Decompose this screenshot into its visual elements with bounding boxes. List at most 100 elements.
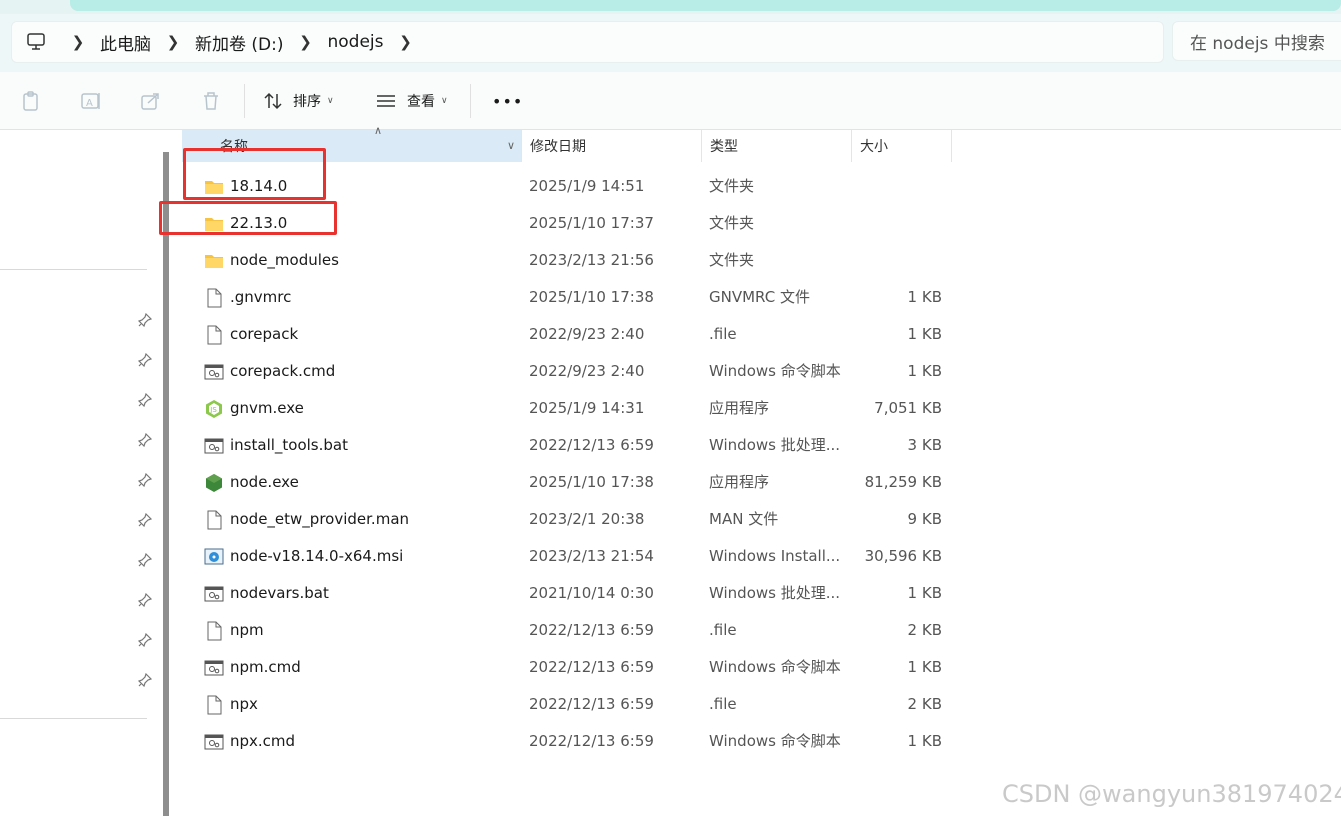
delete-button[interactable] — [200, 89, 222, 113]
file-type: .file — [709, 695, 737, 713]
file-icon — [204, 325, 224, 345]
file-row[interactable]: node.exe 2025/1/10 17:38 应用程序 81,259 KB — [182, 464, 982, 501]
breadcrumb[interactable]: ❯ 此电脑 ❯ 新加卷 (D:) ❯ nodejs ❯ — [11, 21, 1164, 63]
pin-icon[interactable] — [137, 472, 153, 488]
script-icon — [204, 732, 224, 752]
view-button[interactable]: 查看 ∨ — [375, 89, 448, 113]
sort-icon — [264, 92, 282, 110]
chevron-down-icon[interactable]: ∨ — [507, 139, 515, 152]
file-type: MAN 文件 — [709, 510, 779, 528]
file-date: 2025/1/9 14:51 — [529, 177, 645, 195]
chevron-down-icon: ∨ — [327, 96, 334, 106]
file-row[interactable]: node_etw_provider.man 2023/2/1 20:38 MAN 文… — [182, 501, 982, 538]
file-row[interactable]: nodevars.bat 2021/10/14 0:30 Windows 批处理..… — [182, 575, 982, 612]
sort-button[interactable]: 排序 ∨ — [263, 89, 334, 113]
file-icon — [204, 288, 224, 308]
chevron-right-icon[interactable]: ❯ — [155, 33, 191, 51]
file-date: 2022/12/13 6:59 — [529, 621, 654, 639]
svg-text:A: A — [86, 98, 93, 109]
file-name: npm — [230, 621, 264, 639]
file-type: 应用程序 — [709, 473, 770, 491]
pin-icon[interactable] — [137, 672, 153, 688]
nav-scrollbar[interactable] — [163, 152, 169, 816]
pin-icon[interactable] — [137, 552, 153, 568]
this-pc-icon[interactable] — [12, 33, 60, 51]
file-row[interactable]: npm 2022/12/13 6:59 .file 2 KB — [182, 612, 982, 649]
view-label: 查看 — [407, 94, 435, 110]
nav-divider — [0, 269, 147, 270]
pin-icon[interactable] — [137, 312, 153, 328]
file-type: 文件夹 — [709, 214, 755, 232]
file-icon — [204, 510, 224, 530]
file-name: node_etw_provider.man — [230, 510, 410, 528]
file-date: 2025/1/10 17:37 — [529, 214, 654, 232]
pin-icon[interactable] — [137, 632, 153, 648]
file-type: Windows 命令脚本 — [709, 658, 841, 676]
file-name: node-v18.14.0-x64.msi — [230, 547, 404, 565]
script-icon — [204, 436, 224, 456]
paste-icon — [23, 91, 38, 111]
file-type: 文件夹 — [709, 251, 755, 269]
file-date: 2022/12/13 6:59 — [529, 695, 654, 713]
file-date: 2022/12/13 6:59 — [529, 732, 654, 750]
file-type: Windows 批处理... — [709, 584, 841, 602]
toolbar-divider — [244, 84, 245, 118]
file-row[interactable]: node-v18.14.0-x64.msi 2023/2/13 21:54 Wind… — [182, 538, 982, 575]
file-row[interactable]: corepack.cmd 2022/9/23 2:40 Windows 命令脚本 1 … — [182, 353, 982, 390]
file-list: ∧ 名称 ∨ 修改日期 类型 大小 18.14.0 2025/1/9 14:51 文… — [170, 124, 1341, 816]
script-icon — [204, 584, 224, 604]
highlight-box-18-14-0 — [183, 148, 326, 200]
pin-icon[interactable] — [137, 432, 153, 448]
breadcrumb-this-pc[interactable]: 此电脑 — [96, 30, 155, 55]
rename-icon: A — [81, 93, 100, 109]
breadcrumb-nodejs[interactable]: nodejs — [324, 32, 388, 52]
file-type: Windows 命令脚本 — [709, 362, 841, 380]
file-date: 2021/10/14 0:30 — [529, 584, 654, 602]
command-bar: A 排序 ∨ 查看 ∨ ••• — [0, 72, 1341, 130]
rename-button[interactable]: A — [80, 89, 102, 113]
active-tab[interactable] — [70, 0, 1341, 11]
file-row[interactable]: JS gnvm.exe 2025/1/9 14:31 应用程序 7,051 KB — [182, 390, 982, 427]
file-size: 2 KB — [907, 621, 942, 639]
file-row[interactable]: npm.cmd 2022/12/13 6:59 Windows 命令脚本 1 KB — [182, 649, 982, 686]
chevron-right-icon[interactable]: ❯ — [60, 33, 96, 51]
nav-divider — [0, 718, 147, 719]
sort-label: 排序 — [293, 94, 321, 110]
file-type: 应用程序 — [709, 399, 770, 417]
file-size: 1 KB — [907, 288, 942, 306]
column-header-size[interactable]: 大小 — [852, 130, 952, 162]
search-input[interactable]: 在 nodejs 中搜索 — [1172, 21, 1341, 61]
more-options-button[interactable]: ••• — [492, 89, 523, 113]
share-button[interactable] — [140, 89, 162, 113]
file-icon — [204, 621, 224, 641]
breadcrumb-drive-d[interactable]: 新加卷 (D:) — [191, 30, 288, 55]
file-row[interactable]: node_modules 2023/2/13 21:56 文件夹 — [182, 242, 982, 279]
file-name: node_modules — [230, 251, 339, 269]
pin-icon[interactable] — [137, 352, 153, 368]
file-size: 81,259 KB — [864, 473, 942, 491]
file-size: 3 KB — [907, 436, 942, 454]
paste-button[interactable] — [20, 89, 42, 113]
column-header-date[interactable]: 修改日期 — [522, 130, 702, 162]
column-header-type[interactable]: 类型 — [702, 130, 852, 162]
file-type: GNVMRC 文件 — [709, 288, 810, 306]
highlight-box-22-13-0 — [159, 201, 337, 235]
file-date: 2022/9/23 2:40 — [529, 362, 645, 380]
pin-icon[interactable] — [137, 512, 153, 528]
file-row[interactable]: npx.cmd 2022/12/13 6:59 Windows 命令脚本 1 KB — [182, 723, 982, 760]
file-size: 2 KB — [907, 695, 942, 713]
file-date: 2022/12/13 6:59 — [529, 436, 654, 454]
chevron-right-icon[interactable]: ❯ — [288, 33, 324, 51]
file-row[interactable]: corepack 2022/9/23 2:40 .file 1 KB — [182, 316, 982, 353]
pin-icon[interactable] — [137, 392, 153, 408]
file-size: 9 KB — [907, 510, 942, 528]
share-icon — [141, 93, 159, 110]
trash-icon — [204, 92, 218, 110]
file-row[interactable]: install_tools.bat 2022/12/13 6:59 Windows … — [182, 427, 982, 464]
file-date: 2023/2/1 20:38 — [529, 510, 645, 528]
file-row[interactable]: npx 2022/12/13 6:59 .file 2 KB — [182, 686, 982, 723]
chevron-right-icon[interactable]: ❯ — [388, 33, 424, 51]
pin-icon[interactable] — [137, 592, 153, 608]
file-date: 2023/2/13 21:54 — [529, 547, 654, 565]
file-row[interactable]: .gnvmrc 2025/1/10 17:38 GNVMRC 文件 1 KB — [182, 279, 982, 316]
